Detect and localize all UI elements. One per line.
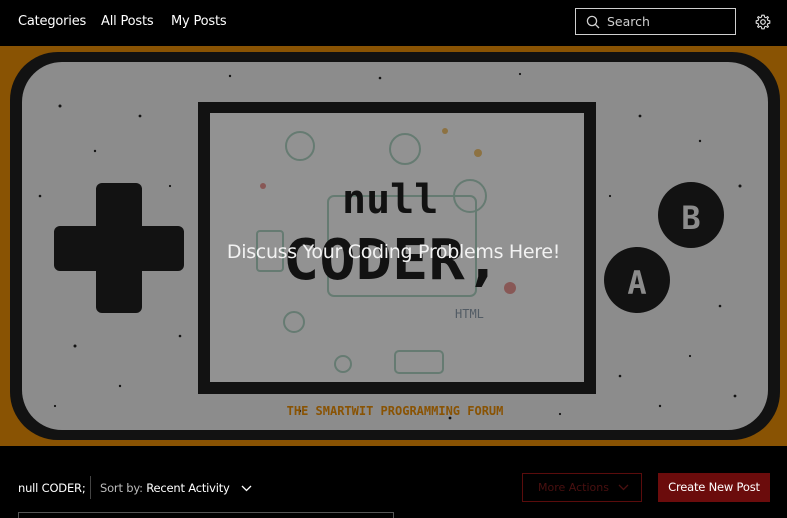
sort-dropdown[interactable]: Sort by: Recent Activity — [100, 481, 252, 495]
nav-my-posts[interactable]: My Posts — [171, 14, 227, 29]
more-actions-button[interactable]: More Actions — [522, 473, 642, 502]
search-input[interactable] — [607, 12, 727, 31]
gear-icon[interactable] — [755, 14, 771, 30]
nav-categories[interactable]: Categories — [18, 14, 86, 29]
banner-heading: Discuss Your Coding Problems Here! — [226, 241, 561, 263]
chevron-down-icon — [618, 484, 629, 491]
forum-name: null CODER; — [18, 481, 86, 495]
create-new-post-button[interactable]: Create New Post — [658, 473, 770, 502]
sort-value: Recent Activity — [146, 481, 230, 495]
top-nav: Categories All Posts My Posts — [0, 0, 787, 46]
nav-all-posts[interactable]: All Posts — [101, 14, 154, 29]
toolbar-divider — [90, 476, 91, 499]
forum-toolbar: null CODER; Sort by: Recent Activity Mor… — [0, 446, 787, 518]
chevron-down-icon — [241, 485, 252, 492]
more-actions-label: More Actions — [538, 481, 609, 494]
sort-label: Sort by: — [100, 481, 143, 495]
post-list-top-edge — [18, 512, 394, 518]
search-icon — [586, 15, 600, 29]
search-box[interactable] — [575, 8, 736, 35]
forum-banner: HTML null CODER, THE SMARTWIT PROGRAMMIN… — [0, 46, 787, 446]
